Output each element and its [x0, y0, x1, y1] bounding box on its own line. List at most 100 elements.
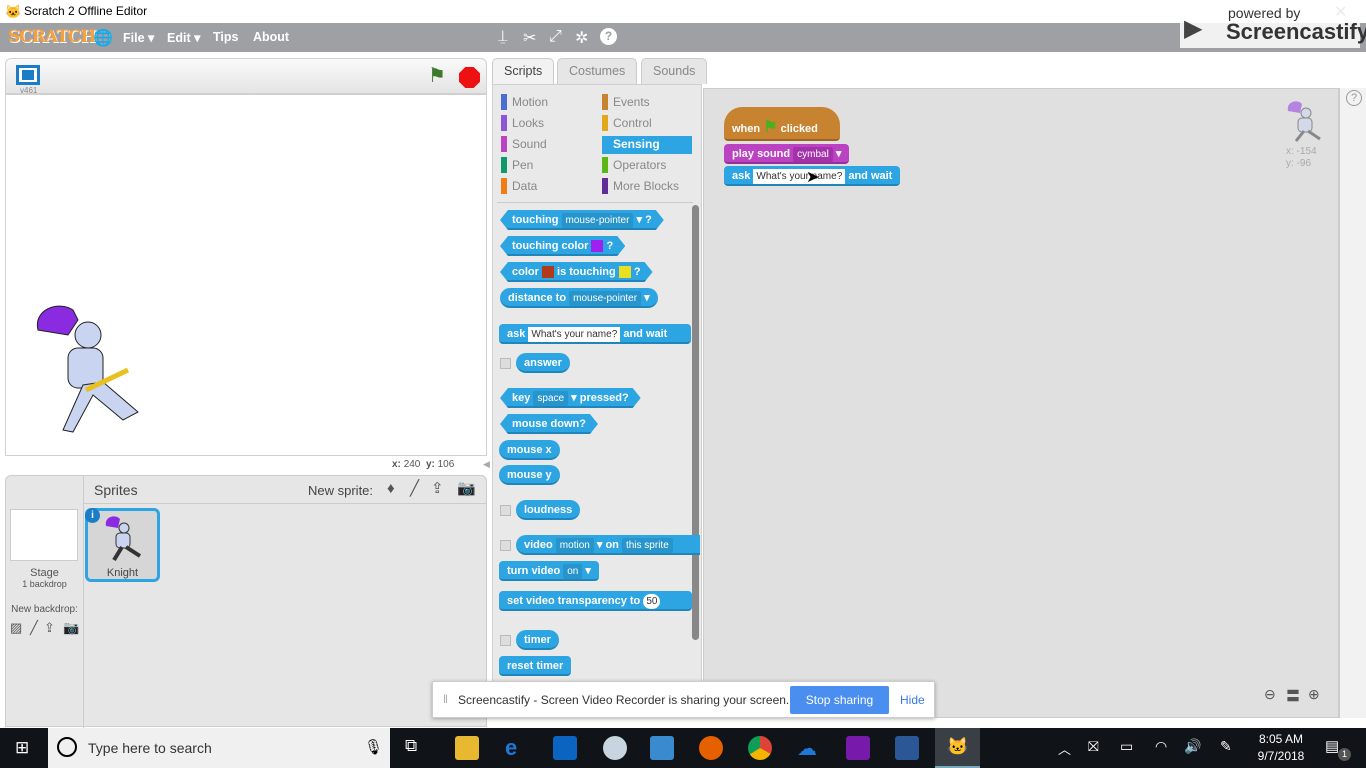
- show-hidden-icons-chevron-icon[interactable]: ︿: [1058, 739, 1071, 758]
- duplicate-stamp-icon[interactable]: ⍊: [498, 28, 508, 46]
- onenote-icon[interactable]: [846, 736, 870, 760]
- category-pen[interactable]: Pen: [501, 157, 591, 175]
- menu-edit[interactable]: Edit ▾: [167, 30, 200, 45]
- category-sensing[interactable]: Sensing: [602, 136, 692, 154]
- block-ask-and-wait[interactable]: ask What's your name? and wait: [499, 324, 691, 344]
- block-touching-color[interactable]: touching color ?: [500, 236, 625, 256]
- block-when-flag-clicked[interactable]: when ⚑ clicked: [724, 107, 840, 141]
- category-motion[interactable]: Motion: [501, 94, 591, 112]
- block-set-video-transparency[interactable]: set video transparency to 50: [499, 591, 692, 611]
- pen-icon[interactable]: ✎: [1220, 738, 1232, 755]
- microphone-icon[interactable]: 🎙: [364, 738, 383, 756]
- block-mouse-x[interactable]: mouse x: [499, 440, 560, 460]
- zoom-out-icon[interactable]: ⊖: [1264, 686, 1276, 703]
- block-play-sound[interactable]: play sound cymbal ▾: [724, 144, 850, 164]
- block-mouse-y[interactable]: mouse y: [499, 465, 560, 485]
- answer-checkbox[interactable]: [500, 358, 511, 369]
- video-motion-checkbox[interactable]: [500, 540, 511, 551]
- category-more-blocks[interactable]: More Blocks: [602, 178, 692, 196]
- category-sound[interactable]: Sound: [501, 136, 591, 154]
- action-center-icon[interactable]: ▤: [1325, 737, 1339, 755]
- block-video-motion[interactable]: video motion ▾ on this sprite: [516, 535, 700, 555]
- scratch-logo[interactable]: SCRATCH: [8, 27, 96, 47]
- hide-button[interactable]: Hide: [900, 693, 925, 707]
- battery-icon[interactable]: ▭: [1120, 738, 1133, 755]
- timer-checkbox[interactable]: [500, 635, 511, 646]
- block-answer[interactable]: answer: [516, 353, 570, 373]
- block-key-pressed[interactable]: key space ▾ pressed?: [500, 388, 641, 408]
- block-loudness[interactable]: loudness: [516, 500, 581, 520]
- outlook-icon[interactable]: [553, 736, 577, 760]
- file-explorer-icon[interactable]: [455, 736, 479, 760]
- task-view-icon[interactable]: ⧉: [405, 736, 429, 760]
- choose-sprite-library-icon[interactable]: ♦: [387, 480, 395, 497]
- menu-tips[interactable]: Tips: [213, 30, 238, 44]
- backdrop-library-icon[interactable]: ▨: [10, 620, 22, 636]
- category-control[interactable]: Control: [602, 115, 692, 133]
- category-color-swatch: [501, 157, 507, 173]
- block-timer[interactable]: timer: [516, 630, 559, 650]
- language-globe-icon[interactable]: 🌐: [93, 28, 113, 48]
- info-icon[interactable]: i: [85, 508, 100, 523]
- chrome-icon[interactable]: [748, 736, 772, 760]
- stop-sharing-button[interactable]: Stop sharing: [790, 686, 889, 714]
- paint-backdrop-icon[interactable]: ╱: [30, 620, 38, 636]
- presentation-mode-icon[interactable]: [16, 65, 40, 85]
- tab-costumes[interactable]: Costumes: [557, 58, 638, 84]
- upload-sprite-icon[interactable]: ⇪: [431, 479, 444, 497]
- search-box[interactable]: Type here to search 🎙: [48, 728, 390, 768]
- onedrive-icon[interactable]: ☁: [797, 736, 821, 760]
- block-distance-to[interactable]: distance to mouse-pointer ▾: [500, 288, 658, 308]
- block-color-touching[interactable]: color is touching ?: [500, 262, 653, 282]
- clock-date[interactable]: 9/7/2018: [1253, 749, 1309, 763]
- grow-icon[interactable]: ⤢: [549, 28, 562, 46]
- palette-scrollbar[interactable]: [692, 205, 699, 640]
- category-data[interactable]: Data: [501, 178, 591, 196]
- stage-canvas[interactable]: [5, 94, 487, 456]
- zoom-in-icon[interactable]: ⊕: [1308, 686, 1320, 703]
- security-alert-icon[interactable]: ⛝: [1088, 738, 1099, 755]
- wifi-icon[interactable]: ◠: [1155, 738, 1167, 755]
- block-turn-video[interactable]: turn video on ▾: [499, 561, 599, 581]
- word-icon[interactable]: [895, 736, 919, 760]
- scripts-area[interactable]: when ⚑ clicked play sound cymbal ▾ ask W…: [703, 88, 1339, 718]
- block-mouse-down[interactable]: mouse down?: [500, 414, 598, 434]
- loudness-checkbox[interactable]: [500, 505, 511, 516]
- clock-time[interactable]: 8:05 AM: [1256, 732, 1306, 746]
- block-touching[interactable]: touching mouse-pointer ▾ ?: [500, 210, 664, 230]
- category-looks[interactable]: Looks: [501, 115, 591, 133]
- scratch-taskbar-button[interactable]: 🐱: [935, 728, 980, 768]
- category-events[interactable]: Events: [602, 94, 692, 112]
- paint-sprite-icon[interactable]: ╱: [410, 479, 419, 497]
- tab-sounds[interactable]: Sounds: [641, 58, 708, 84]
- tab-scripts[interactable]: Scripts: [492, 58, 555, 86]
- menu-bar: SCRATCH 🌐 File ▾ Edit ▾ Tips About ⍊ ✂ ⤢…: [0, 23, 1366, 52]
- camera-backdrop-icon[interactable]: 📷: [63, 620, 79, 636]
- windows-start-icon[interactable]: ⊞: [15, 738, 29, 758]
- block-reset-timer[interactable]: reset timer: [499, 656, 572, 676]
- sprite-thumbnail-knight[interactable]: i Knight: [85, 508, 160, 582]
- upload-backdrop-icon[interactable]: ⇪: [44, 620, 55, 636]
- drag-handle-icon[interactable]: ‖: [443, 692, 448, 706]
- zoom-reset-icon[interactable]: 〓: [1286, 686, 1300, 706]
- menu-file[interactable]: File ▾: [123, 30, 154, 45]
- collapse-stage-icon[interactable]: ◀: [483, 459, 490, 470]
- shrink-icon[interactable]: ✲: [575, 28, 588, 48]
- paint-icon[interactable]: [603, 736, 627, 760]
- stop-sign-icon[interactable]: [459, 67, 480, 88]
- cut-scissors-icon[interactable]: ✂: [523, 28, 536, 48]
- green-flag-icon[interactable]: ⚑: [428, 63, 446, 88]
- edge-icon[interactable]: e: [505, 736, 529, 760]
- category-operators[interactable]: Operators: [602, 157, 692, 175]
- help-icon[interactable]: ?: [600, 28, 617, 45]
- knight-sprite[interactable]: [28, 300, 158, 440]
- screencastify-brand: Screencastify: [1226, 19, 1366, 44]
- firefox-icon[interactable]: [699, 736, 723, 760]
- stage-thumbnail[interactable]: [10, 509, 78, 561]
- volume-icon[interactable]: 🔊: [1184, 738, 1201, 755]
- camera-sprite-icon[interactable]: 📷: [457, 479, 476, 497]
- menu-about[interactable]: About: [253, 30, 289, 44]
- sprite-x-position: x: -154: [1286, 146, 1317, 157]
- control-panel-icon[interactable]: [650, 736, 674, 760]
- help-icon[interactable]: ?: [1346, 90, 1362, 106]
